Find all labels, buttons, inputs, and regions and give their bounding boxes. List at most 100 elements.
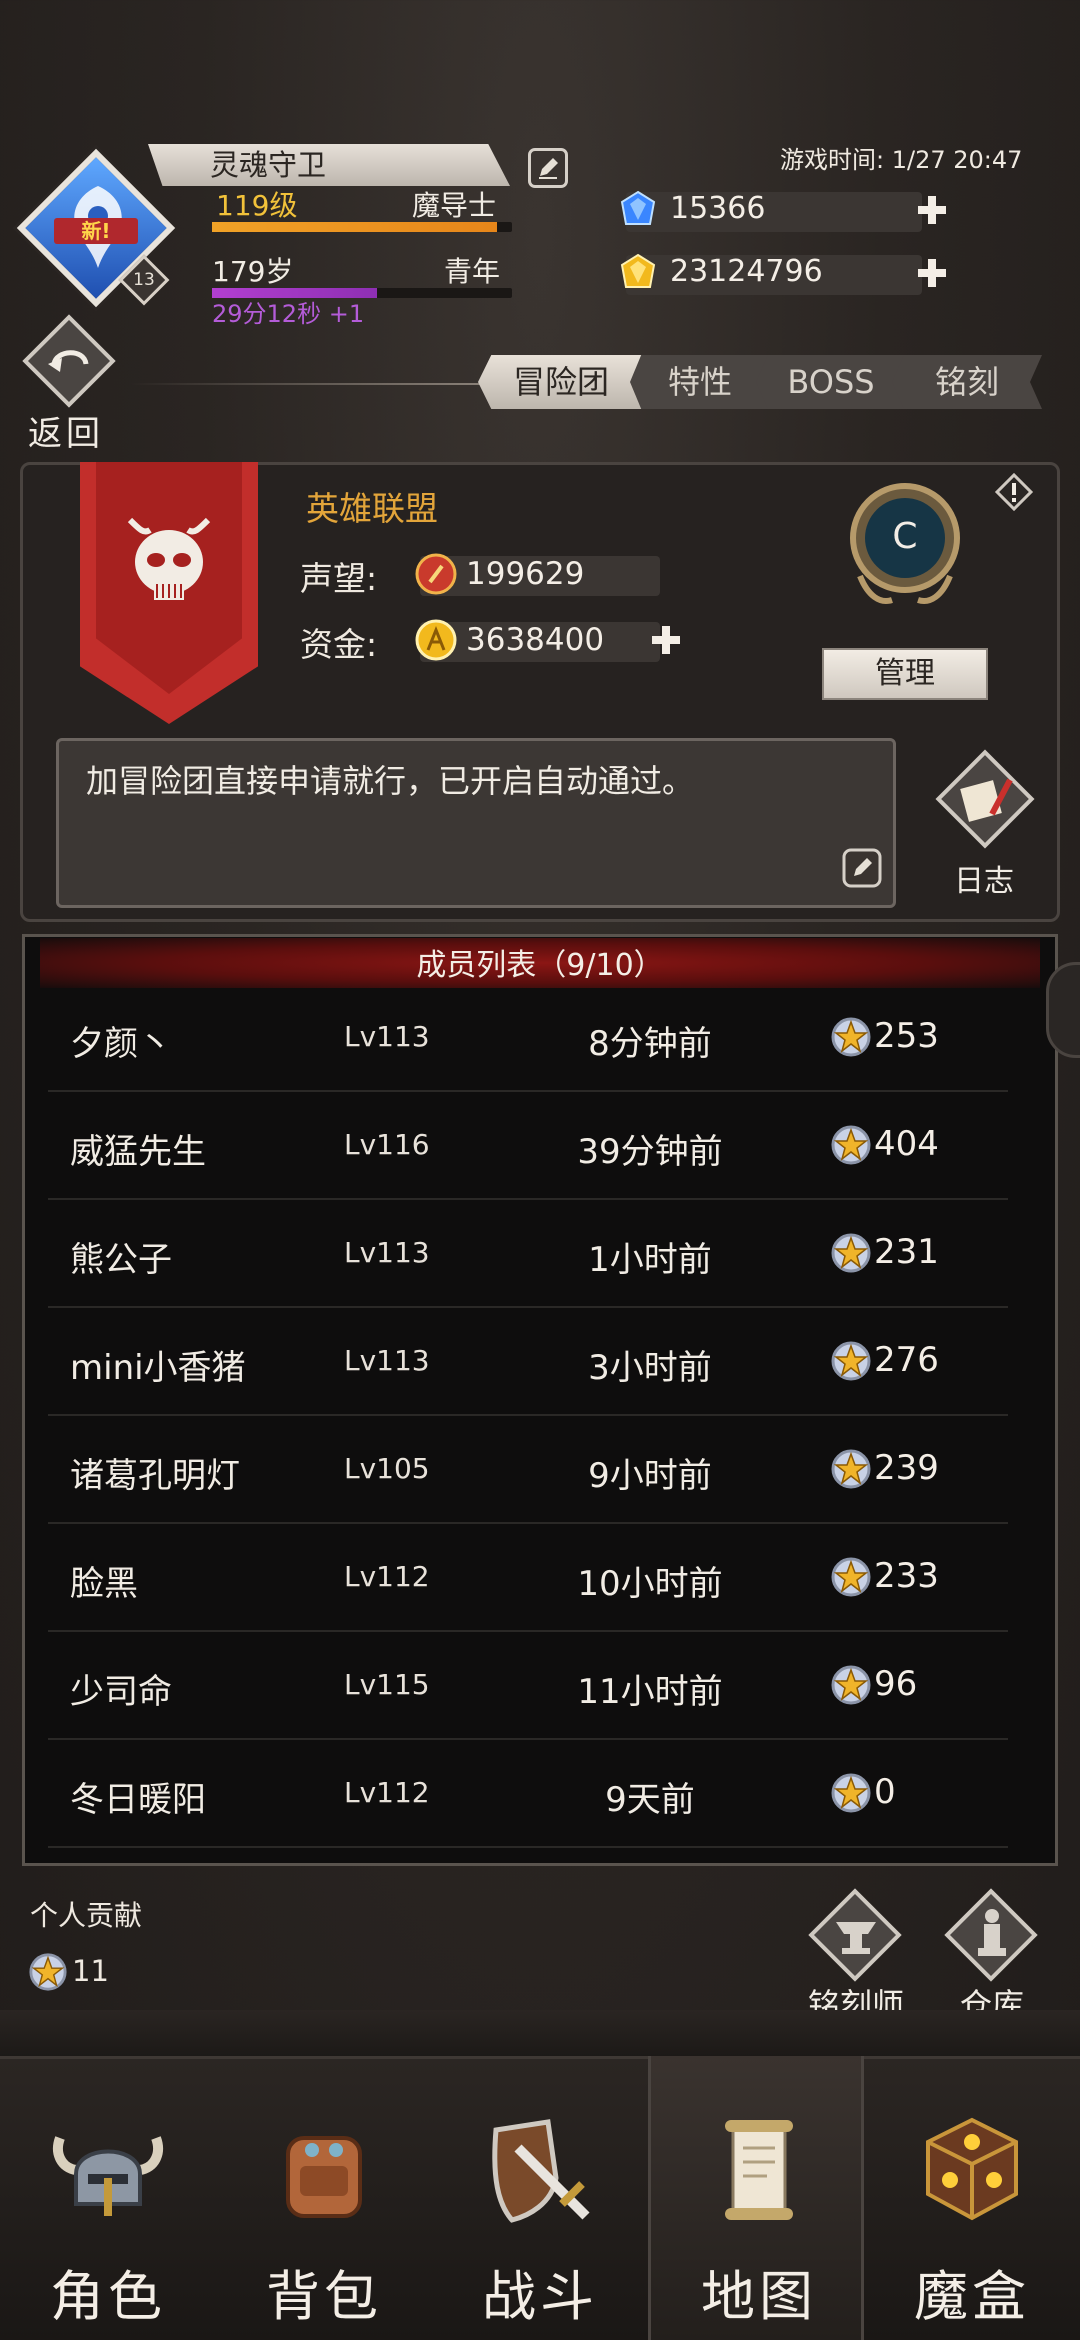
skull-emblem-icon xyxy=(127,517,211,600)
new-badge: 新! xyxy=(54,218,138,244)
reputation-label: 声望: xyxy=(300,559,378,598)
nav-battle[interactable]: 战斗 xyxy=(432,2056,648,2340)
member-contribution: 239 xyxy=(874,1448,939,1488)
personal-contribution-value: 11 xyxy=(72,1954,109,1988)
tab-adventure-group[interactable]: 冒险团 xyxy=(478,355,644,409)
member-name: 熊公子 xyxy=(70,1240,172,1280)
tab-boss[interactable]: BOSS xyxy=(756,355,906,409)
anvil-icon xyxy=(836,1922,876,1954)
add-funds-button[interactable] xyxy=(648,622,684,658)
member-last-seen: 8分钟前 xyxy=(588,1024,712,1064)
nav-character-label: 角色 xyxy=(50,2265,166,2328)
member-name: 少司命 xyxy=(70,1672,172,1712)
scroll-quill-icon xyxy=(960,778,1013,822)
contribution-star-icon xyxy=(831,1017,871,1057)
member-row[interactable]: 冬日暖阳 Lv112 9天前 0 xyxy=(48,1740,1008,1848)
guild-rank-letter: C xyxy=(892,516,918,557)
gold-gem-icon xyxy=(620,253,656,288)
statue-icon xyxy=(978,1909,1006,1956)
member-last-seen: 11小时前 xyxy=(577,1672,723,1712)
info-warning-icon[interactable] xyxy=(994,472,1034,512)
member-name: 冬日暖阳 xyxy=(70,1780,206,1820)
nav-magic-box[interactable]: 魔盒 xyxy=(864,2056,1080,2340)
member-level: Lv105 xyxy=(344,1452,430,1485)
avatar-level-number: 13 xyxy=(133,270,155,290)
member-contribution: 253 xyxy=(874,1016,939,1056)
contribution-star-icon xyxy=(831,1557,871,1597)
member-contribution: 404 xyxy=(874,1124,939,1164)
member-row[interactable]: 少司命 Lv115 11小时前 96 xyxy=(48,1632,1008,1740)
add-gems-button[interactable] xyxy=(914,192,950,228)
contribution-star-icon xyxy=(831,1125,871,1165)
member-level: Lv112 xyxy=(344,1560,430,1593)
backpack-icon xyxy=(286,2136,362,2218)
nav-backpack-label: 背包 xyxy=(266,2265,382,2328)
level-progress-fill xyxy=(212,222,497,232)
nav-battle-label: 战斗 xyxy=(482,2265,598,2328)
map-scroll-icon xyxy=(725,2120,793,2220)
contribution-star-icon xyxy=(831,1233,871,1273)
member-row[interactable]: mini小香猪 Lv113 3小时前 276 xyxy=(48,1308,1008,1416)
footer-divider xyxy=(0,2010,1080,2056)
manage-button[interactable]: 管理 xyxy=(822,648,988,700)
gold-coin-icon xyxy=(415,619,457,661)
member-row[interactable]: 脸黑 Lv112 10小时前 233 xyxy=(48,1524,1008,1632)
back-arrow-icon xyxy=(48,350,89,372)
member-name: mini小香猪 xyxy=(70,1348,246,1388)
nav-magic-box-label: 魔盒 xyxy=(914,2265,1030,2328)
sword-shield-icon xyxy=(492,2119,590,2223)
game-time: 游戏时间: 1/27 20:47 xyxy=(780,146,1023,174)
member-level: Lv113 xyxy=(344,1344,430,1377)
member-last-seen: 39分钟前 xyxy=(577,1132,723,1172)
tabs-divider xyxy=(130,383,485,385)
side-drawer-tab[interactable] xyxy=(1046,962,1080,1058)
log-label: 日志 xyxy=(954,864,1014,899)
edit-notice-button[interactable] xyxy=(842,848,882,888)
member-last-seen: 9小时前 xyxy=(588,1456,712,1496)
funds-label: 资金: xyxy=(300,625,378,664)
member-contribution: 231 xyxy=(874,1232,939,1272)
member-last-seen: 1小时前 xyxy=(588,1240,712,1280)
member-name: 威猛先生 xyxy=(70,1132,206,1172)
member-row[interactable]: 诸葛孔明灯 Lv105 9小时前 239 xyxy=(48,1416,1008,1524)
gold-amount: 23124796 xyxy=(670,254,823,289)
gem-amount: 15366 xyxy=(670,191,766,226)
guild-notice-text: 加冒险团直接申请就行，已开启自动通过。 xyxy=(86,762,695,800)
age-timer: 29分12秒 +1 xyxy=(212,300,365,328)
player-age: 179岁 xyxy=(212,255,294,288)
back-button[interactable]: 返回 xyxy=(14,314,124,454)
contribution-star-icon xyxy=(831,1665,871,1705)
member-level: Lv113 xyxy=(344,1020,430,1053)
player-avatar[interactable]: 新! 13 xyxy=(16,148,178,310)
edit-icon xyxy=(539,158,558,179)
edit-name-button[interactable] xyxy=(528,148,568,188)
player-stage: 青年 xyxy=(444,255,501,288)
level-progress-bar xyxy=(212,222,512,232)
edit-icon xyxy=(842,848,882,888)
tab-inscription[interactable]: 铭刻 xyxy=(892,355,1042,409)
nav-map[interactable]: 地图 xyxy=(648,2056,864,2340)
tab-traits[interactable]: 特性 xyxy=(630,355,770,409)
member-level: Lv113 xyxy=(344,1236,430,1269)
nav-character[interactable]: 角色 xyxy=(0,2056,216,2340)
helmet-icon xyxy=(53,2136,163,2216)
reputation-value: 199629 xyxy=(466,556,585,592)
magic-cube-icon xyxy=(926,2117,1018,2221)
player-level: 119级 xyxy=(216,189,298,222)
member-name: 夕颜丶 xyxy=(70,1024,172,1064)
member-contribution: 233 xyxy=(874,1556,939,1596)
member-contribution: 0 xyxy=(874,1772,896,1812)
contribution-star-icon xyxy=(29,1953,67,1991)
member-name: 脸黑 xyxy=(70,1564,138,1604)
blue-gem-icon xyxy=(620,190,656,225)
member-contribution: 276 xyxy=(874,1340,939,1380)
add-gold-button[interactable] xyxy=(914,255,950,291)
member-row[interactable]: 夕颜丶 Lv113 8分钟前 253 xyxy=(48,984,1008,1092)
member-level: Lv112 xyxy=(344,1776,430,1809)
nav-backpack[interactable]: 背包 xyxy=(216,2056,432,2340)
log-button[interactable]: 日志 xyxy=(926,749,1036,899)
member-level: Lv115 xyxy=(344,1668,430,1701)
contribution-star-icon xyxy=(831,1449,871,1489)
member-row[interactable]: 威猛先生 Lv116 39分钟前 404 xyxy=(48,1092,1008,1200)
member-row[interactable]: 熊公子 Lv113 1小时前 231 xyxy=(48,1200,1008,1308)
